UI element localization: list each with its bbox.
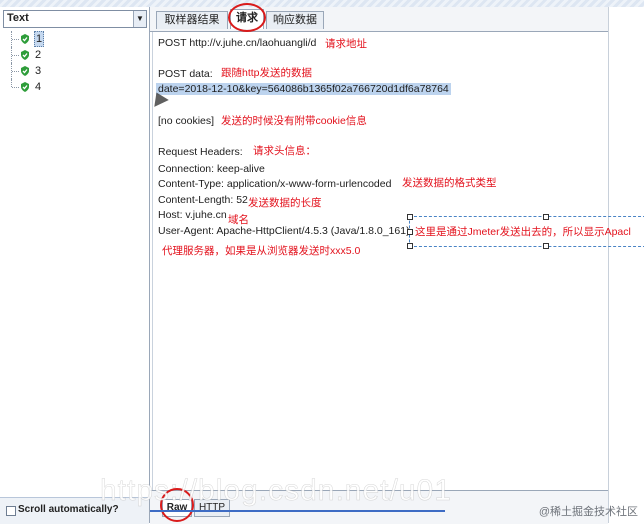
request-content: POST http://v.juhe.cn/laohuangli/d 请求地址 … bbox=[152, 32, 609, 490]
tree-connector bbox=[11, 79, 20, 88]
resize-handle[interactable] bbox=[543, 243, 549, 249]
tree-item[interactable]: 1 bbox=[0, 31, 149, 47]
header-host: Host: v.juhe.cn bbox=[158, 209, 227, 221]
panel-right-edge bbox=[608, 7, 644, 523]
tree-item-label: 4 bbox=[35, 81, 42, 93]
headers-label: Request Headers: bbox=[158, 146, 243, 158]
scroll-indicator bbox=[150, 510, 445, 512]
header-user-agent: User-Agent: Apache-HttpClient/4.5.3 (Jav… bbox=[158, 225, 410, 237]
annotation-content-type: 发送数据的格式类型 bbox=[402, 177, 497, 189]
renderer-select-value: Text bbox=[7, 12, 29, 24]
request-line: POST http://v.juhe.cn/laohuangli/d bbox=[158, 37, 317, 49]
tab-response-data[interactable]: 响应数据 bbox=[266, 11, 324, 29]
shield-check-icon bbox=[21, 50, 29, 60]
tree-item[interactable]: 2 bbox=[0, 47, 149, 63]
annotation-user-agent: 这里是通过Jmeter发送出去的，所以显示Apacl bbox=[415, 226, 631, 238]
tree-connector bbox=[11, 63, 20, 79]
post-data-label: POST data: bbox=[158, 68, 213, 80]
annotation-proxy: 代理服务器，如果是从浏览器发送时xxx5.0 bbox=[162, 245, 361, 257]
shield-check-icon bbox=[21, 34, 29, 44]
resize-handle[interactable] bbox=[543, 214, 549, 220]
scroll-checkbox-label: Scroll automatically? bbox=[18, 504, 119, 515]
shield-check-icon bbox=[21, 66, 29, 76]
site-credit: @稀土掘金技术社区 bbox=[538, 506, 638, 518]
tab-http[interactable]: HTTP bbox=[194, 499, 230, 517]
shield-check-icon bbox=[21, 82, 29, 92]
header-content-length: Content-Length: 52 bbox=[158, 194, 248, 206]
annotation-content-length: 发送数据的长度 bbox=[248, 197, 322, 209]
renderer-select[interactable]: Text ▼ bbox=[3, 10, 147, 28]
cookies-line: [no cookies] bbox=[158, 115, 215, 127]
sample-tree: 1 2 3 4 bbox=[0, 31, 149, 95]
scroll-checkbox[interactable] bbox=[6, 506, 16, 516]
annotation-no-cookie: 发送的时候没有附带cookie信息 bbox=[221, 115, 367, 127]
result-tabs: 取样器结果 请求 响应数据 bbox=[150, 7, 608, 32]
chevron-down-icon[interactable]: ▼ bbox=[133, 11, 146, 27]
resize-handle[interactable] bbox=[407, 214, 413, 220]
result-tree-panel: Text ▼ 1 2 3 4 Scroll automatically? bbox=[0, 7, 150, 524]
tree-item[interactable]: 3 bbox=[0, 63, 149, 79]
resize-handle[interactable] bbox=[407, 229, 413, 235]
red-circle-annotation bbox=[160, 488, 194, 522]
header-content-type: Content-Type: application/x-www-form-url… bbox=[158, 178, 392, 190]
tree-item-label: 1 bbox=[34, 31, 45, 47]
red-circle-annotation bbox=[228, 3, 266, 32]
tree-item[interactable]: 4 bbox=[0, 79, 149, 95]
annotation-post-data: 跟随http发送的数据 bbox=[221, 67, 313, 79]
tab-sampler-result[interactable]: 取样器结果 bbox=[156, 11, 228, 29]
post-data-value[interactable]: date=2018-12-10&key=564086b1365f02a76672… bbox=[156, 83, 451, 95]
annotation-headers: 请求头信息： bbox=[253, 145, 316, 157]
tree-connector bbox=[11, 47, 20, 63]
header-connection: Connection: keep-alive bbox=[158, 163, 265, 175]
tree-item-label: 2 bbox=[35, 49, 42, 61]
left-footer: Scroll automatically? bbox=[0, 497, 149, 524]
tree-connector bbox=[11, 31, 20, 47]
resize-handle[interactable] bbox=[407, 243, 413, 249]
tree-item-label: 3 bbox=[35, 65, 42, 77]
annotation-request-url: 请求地址 bbox=[325, 38, 367, 50]
